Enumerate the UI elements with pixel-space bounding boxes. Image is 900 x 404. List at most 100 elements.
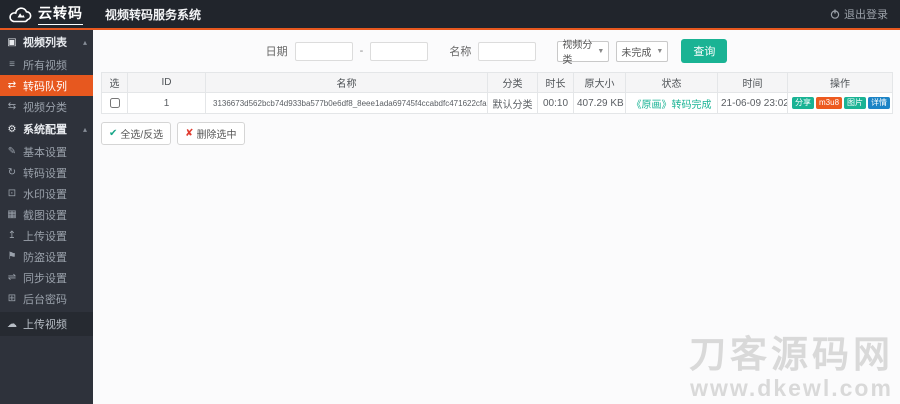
sidebar-item-label: 截图设置 (23, 209, 67, 222)
table-header-row: 选 ID 名称 分类 时长 原大小 状态 时间 操作 (101, 72, 893, 93)
sync-icon: ⇌ (7, 272, 17, 283)
app-logo: 云转码 (8, 3, 93, 25)
power-icon (830, 9, 840, 19)
list-icon: ≡ (9, 59, 15, 70)
sidebar-item-upload-video[interactable]: ☁ 上传视频 (0, 312, 93, 336)
name-input[interactable] (478, 41, 537, 61)
sidebar-item-upload-settings[interactable]: ↥ 上传设置 (0, 225, 93, 246)
sidebar-item-label: 同步设置 (23, 272, 67, 285)
col-header-duration: 时长 (537, 72, 574, 93)
col-header-name: 名称 (205, 72, 488, 93)
watermark-url: www.dkewl.com (690, 375, 893, 401)
sidebar-item-label: 所有视频 (23, 59, 67, 72)
logo-text: 云转码 (38, 3, 83, 25)
col-header-time: 时间 (717, 72, 788, 93)
details-button[interactable]: 详情 (868, 97, 891, 109)
logout-label: 退出登录 (844, 9, 888, 21)
sidebar-item-label: 水印设置 (23, 188, 67, 201)
filter-bar: 日期 - 名称 视频分类 ▼ 未完成 ▼ 查询 (93, 30, 900, 70)
cloud-upload-icon: ☁ (7, 318, 17, 330)
table-row: 1 3136673d562bcb74d933ba577b0e6df8_8eee1… (101, 92, 893, 114)
password-icon: ⊞ (7, 293, 17, 304)
col-header-actions: 操作 (787, 72, 893, 93)
cell-time: 21-06-09 23:02:40 (717, 92, 788, 114)
sidebar-section-system-config[interactable]: ⚙ 系统配置 ▴ (0, 117, 93, 141)
x-icon: ✘ (185, 128, 194, 139)
sidebar-item-label: 系统配置 (23, 124, 67, 136)
col-header-size: 原大小 (573, 72, 626, 93)
image-button[interactable]: 图片 (844, 97, 867, 109)
sidebar-item-screenshot-settings[interactable]: ▦ 截图设置 (0, 204, 93, 225)
image-icon: ▦ (7, 209, 17, 220)
status-select-value: 未完成 (621, 47, 652, 59)
status-badge: 《原画》转码完成 (631, 99, 712, 111)
name-label: 名称 (449, 46, 472, 58)
range-separator: - (359, 45, 364, 57)
sidebar-item-transcode-settings[interactable]: ↻ 转码设置 (0, 162, 93, 183)
category-select[interactable]: 视频分类 ▼ (557, 40, 610, 66)
m3u8-button[interactable]: m3u8 (816, 97, 843, 109)
cell-category: 默认分类 (487, 92, 538, 114)
check-icon: ✔ (109, 128, 118, 139)
sidebar-item-label: 基本设置 (23, 146, 67, 159)
select-all-button[interactable]: ✔ 全选/反选 (101, 122, 172, 145)
sidebar-item-label: 防盗设置 (23, 251, 67, 264)
col-header-id: ID (127, 72, 206, 93)
sidebar-item-label: 上传视频 (23, 319, 67, 331)
bulk-actions: ✔ 全选/反选 ✘ 删除选中 (101, 122, 892, 145)
logout-button[interactable]: 退出登录 (830, 6, 888, 22)
select-all-label: 全选/反选 (120, 130, 164, 141)
sidebar-item-label: 视频分类 (23, 101, 67, 114)
upload-icon: ↥ (7, 230, 17, 241)
delete-selected-label: 删除选中 (196, 130, 237, 141)
site-watermark: 刀客源码网 www.dkewl.com (689, 336, 894, 400)
queue-icon: ⇄ (7, 80, 17, 91)
date-label: 日期 (265, 46, 288, 58)
sidebar: ▣ 视频列表 ▴ ≡ 所有视频 ⇄ 转码队列 ⇆ 视频分类 ⚙ 系统配置 ▴ ✎… (0, 30, 93, 404)
search-button[interactable]: 查询 (681, 39, 728, 63)
video-table: 选 ID 名称 分类 时长 原大小 状态 时间 操作 1 3136673d562… (101, 72, 893, 114)
chevron-up-icon: ▴ (82, 124, 87, 134)
date-from-input[interactable] (294, 41, 353, 61)
cell-duration: 00:10 (537, 92, 574, 114)
category-select-value: 视频分类 (562, 40, 593, 66)
sidebar-item-sync-settings[interactable]: ⇌ 同步设置 (0, 267, 93, 288)
sidebar-item-all-videos[interactable]: ≡ 所有视频 (0, 54, 93, 75)
sidebar-item-antitheft-settings[interactable]: ⚑ 防盗设置 (0, 246, 93, 267)
refresh-icon: ↻ (7, 167, 17, 178)
cell-size: 407.29 KB (573, 92, 626, 114)
sidebar-item-label: 上传设置 (23, 230, 67, 243)
sidebar-item-admin-password[interactable]: ⊞ 后台密码 (0, 288, 93, 309)
chevron-down-icon: ▼ (656, 47, 664, 55)
sidebar-item-label: 视频列表 (23, 37, 67, 49)
delete-selected-button[interactable]: ✘ 删除选中 (177, 122, 245, 145)
main-content: 日期 - 名称 视频分类 ▼ 未完成 ▼ 查询 选 ID 名称 分类 时长 原大… (93, 30, 900, 404)
edit-icon: ✎ (7, 146, 17, 157)
share-button[interactable]: 分享 (792, 97, 814, 109)
page-title: 视频转码服务系统 (105, 7, 202, 22)
cell-name: 3136673d562bcb74d933ba577b0e6df8_8eee1ad… (205, 92, 488, 114)
sidebar-section-video-list[interactable]: ▣ 视频列表 ▴ (0, 30, 93, 54)
sidebar-item-video-category[interactable]: ⇆ 视频分类 (0, 96, 93, 117)
cell-actions: 分享m3u8图片详情删除 (787, 92, 893, 114)
row-checkbox[interactable] (109, 97, 120, 108)
sidebar-item-label: 后台密码 (23, 293, 67, 306)
status-select[interactable]: 未完成 ▼ (616, 40, 669, 62)
sidebar-item-label: 转码设置 (23, 167, 67, 180)
date-to-input[interactable] (370, 41, 429, 61)
flag-icon: ⚑ (7, 251, 17, 262)
sidebar-item-transcode-queue[interactable]: ⇄ 转码队列 (0, 75, 93, 96)
col-header-category: 分类 (487, 72, 538, 93)
watermark-title: 刀客源码网 (689, 334, 894, 375)
cloud-logo-icon (9, 6, 32, 22)
gear-icon: ⚙ (7, 123, 17, 135)
chevron-down-icon: ▼ (597, 47, 605, 55)
sidebar-item-label: 转码队列 (23, 80, 67, 93)
crop-icon: ⊡ (7, 188, 17, 199)
top-header: 云转码 视频转码服务系统 退出登录 (0, 0, 900, 30)
chevron-up-icon: ▴ (82, 37, 87, 47)
cell-id: 1 (127, 92, 206, 114)
category-icon: ⇆ (7, 101, 17, 112)
sidebar-item-watermark-settings[interactable]: ⊡ 水印设置 (0, 183, 93, 204)
sidebar-item-basic-settings[interactable]: ✎ 基本设置 (0, 141, 93, 162)
